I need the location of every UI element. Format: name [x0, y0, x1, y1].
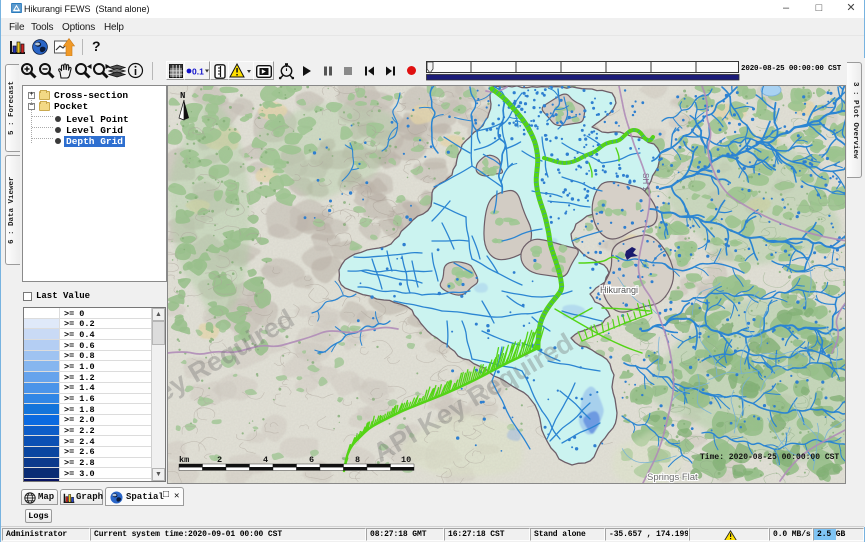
svg-text:N: N [180, 91, 185, 101]
svg-text:6: 6 [309, 455, 314, 465]
svg-text:4: 4 [263, 455, 268, 465]
svg-text:Hikurangi: Hikurangi [600, 285, 638, 295]
svg-text:10: 10 [401, 455, 411, 465]
svg-text:km: km [179, 455, 189, 465]
svg-text:Springs Flat: Springs Flat [647, 472, 698, 483]
svg-text:2: 2 [217, 455, 222, 465]
svg-text:0.1: 0.1 [192, 67, 204, 77]
svg-text:Time: 2020-08-25 00:00:00 CST: Time: 2020-08-25 00:00:00 CST [700, 453, 839, 462]
svg-text:8: 8 [355, 455, 360, 465]
svg-text:SH 1: SH 1 [641, 173, 650, 191]
